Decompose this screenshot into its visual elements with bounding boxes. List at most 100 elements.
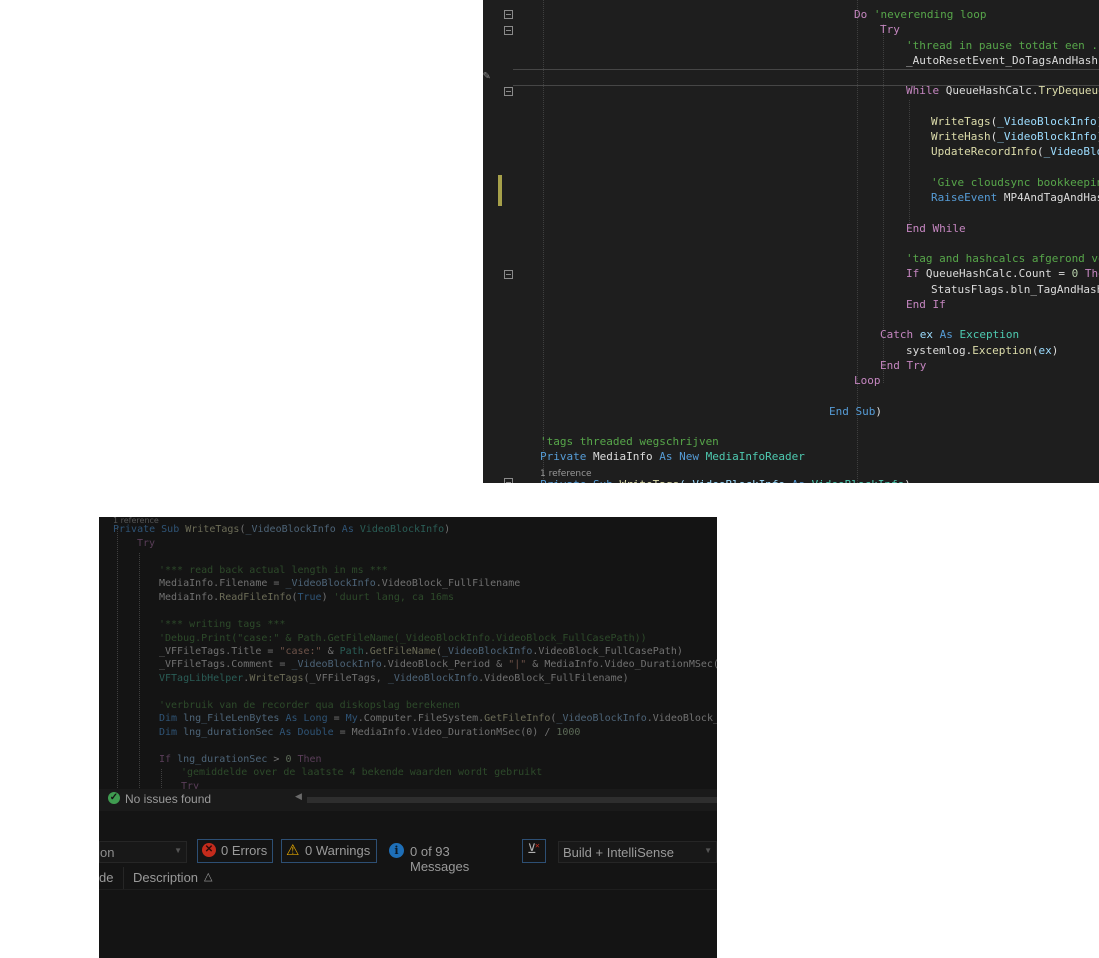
code-line[interactable]: StatusFlags.bln_TagAndHash	[931, 282, 1099, 297]
build-scope-value: Build + IntelliSense	[563, 845, 674, 860]
code-token: WriteTags	[931, 114, 991, 128]
code-line[interactable]: Dim lng_durationSec As Double = MediaInf…	[159, 726, 580, 740]
code-line[interactable]: Private Sub WriteTags(_VideoBlockInfo As…	[113, 523, 450, 537]
code-line[interactable]: Try	[880, 22, 900, 37]
code-token: WriteHash	[931, 130, 991, 143]
code-token: Private	[540, 450, 593, 464]
code-line[interactable]: While QueueHashCalc.TryDequeue	[906, 83, 1099, 98]
code-token: 'verbruik van de recorder qua diskopslag…	[159, 700, 461, 711]
code-token: )	[904, 478, 911, 483]
code-token: Private Sub	[113, 524, 186, 535]
code-line[interactable]: _VFFileTags.Title = "case:" & Path.GetFi…	[159, 645, 683, 659]
code-token: MediaInfo	[592, 450, 660, 464]
code-line[interactable]: End If	[906, 297, 946, 312]
column-header-description[interactable]: Description	[133, 870, 198, 885]
code-line[interactable]: 'Debug.Print("case:" & Path.GetFileName(…	[159, 632, 647, 646]
code-token: VideoBlockInfo	[812, 478, 905, 483]
code-editor-top[interactable]: ✎ Do 'neverending loop Try 'thread in paus…	[483, 0, 1099, 483]
code-token: "case:"	[279, 646, 322, 657]
column-divider[interactable]	[123, 867, 124, 889]
code-token: GetFileInfo	[484, 713, 551, 724]
indent-guide	[139, 553, 140, 788]
code-token: End If	[906, 297, 946, 311]
warning-icon: ⚠	[286, 842, 300, 859]
code-token: 'neverending loop	[873, 8, 987, 21]
code-token: )	[444, 524, 451, 535]
fold-toggle-icon[interactable]	[504, 270, 513, 279]
code-token: ex	[919, 328, 940, 342]
filter-toggle-button[interactable]: ⊻ ✕	[522, 839, 546, 863]
code-token: )	[1051, 343, 1059, 357]
code-token: UpdateRecordInfo	[931, 145, 1037, 159]
warnings-count-label: 0 Warnings	[305, 843, 371, 858]
fold-toggle-icon[interactable]	[504, 10, 513, 19]
code-line[interactable]: End Try	[880, 358, 926, 373]
code-line[interactable]: 'gemiddelde over de laatste 4 bekende wa…	[181, 766, 542, 780]
warnings-filter-button[interactable]: ⚠ 0 Warnings	[281, 839, 377, 863]
code-token: If	[906, 267, 926, 281]
code-token: _VideoBlockInfo	[245, 524, 342, 535]
code-token: _VideoBlockInfo	[997, 130, 1097, 143]
code-line[interactable]: 'tag and hashcalcs afgerond vo	[906, 251, 1099, 266]
info-icon: i	[389, 843, 404, 858]
build-scope-dropdown[interactable]: Build + IntelliSense ▼	[558, 841, 717, 863]
code-token: 'gemiddelde over de laatste 4 bekende wa…	[181, 767, 543, 778]
horizontal-scrollbar[interactable]	[307, 797, 717, 803]
code-token: Exception	[972, 343, 1032, 357]
fold-toggle-icon[interactable]	[504, 87, 513, 96]
code-line[interactable]: WriteTags(_VideoBlockInfo)	[931, 114, 1099, 129]
code-line[interactable]: _VFFileTags.Comment = _VideoBlockInfo.Vi…	[159, 658, 717, 672]
code-line[interactable]: End While	[906, 221, 966, 236]
code-line[interactable]: MediaInfo.Filename = _VideoBlockInfo.Vid…	[159, 577, 520, 591]
breakpoint-pin-icon[interactable]: ✎	[483, 68, 490, 82]
code-token: 'thread in pause totdat een .s	[906, 38, 1099, 52]
code-token: VFTagLibHelper	[159, 673, 244, 684]
code-line[interactable]: systemlog.Exception(ex)	[906, 343, 1058, 358]
messages-filter-button[interactable]: i 0 of 93 Messages	[385, 839, 509, 874]
code-token: Dim	[159, 727, 184, 738]
code-line[interactable]: End Sub)	[829, 404, 882, 419]
code-token: lng_FileLenBytes	[183, 713, 286, 724]
code-line[interactable]: If lng_durationSec > 0 Then	[159, 753, 322, 767]
code-line[interactable]: Private MediaInfo As New MediaInfoReader	[540, 449, 805, 464]
code-token: MP4AndTagAndHas	[1003, 191, 1099, 204]
code-token: Exception	[959, 328, 1020, 342]
code-line[interactable]: Try	[137, 537, 155, 551]
code-editor-bottom[interactable]: 1 reference Private Sub WriteTags(_VideoB…	[99, 517, 717, 958]
code-line[interactable]: 'Give cloudsync bookkeepin	[931, 175, 1099, 190]
code-line[interactable]: Private Sub WriteTags(_VideoBlockInfo As…	[540, 477, 911, 483]
code-line[interactable]: RaiseEvent MP4AndTagAndHas	[931, 190, 1099, 205]
code-token: _VideoBlockInfo	[997, 114, 1097, 128]
code-line[interactable]: Loop	[854, 373, 881, 388]
code-line[interactable]: '*** writing tags ***	[159, 618, 285, 632]
code-token: .VideoBlock_FullF	[646, 713, 717, 724]
code-line[interactable]: '*** read back actual length in ms ***	[159, 564, 388, 578]
code-token: As Double	[279, 727, 334, 738]
code-line[interactable]: Catch ex As Exception	[880, 327, 1019, 342]
scope-dropdown[interactable]: on ▼	[99, 841, 187, 863]
code-token: .VideoBlock_Period &	[381, 659, 509, 670]
code-line[interactable]: VFTagLibHelper.WriteTags(_VFFileTags, _V…	[159, 672, 629, 686]
code-token: _VFFileTags.Title =	[159, 646, 280, 657]
errors-filter-button[interactable]: ✕ 0 Errors	[197, 839, 273, 863]
code-token: As Long	[285, 713, 328, 724]
code-line[interactable]: UpdateRecordInfo(_VideoBlo	[931, 144, 1099, 159]
scroll-left-arrow-icon[interactable]: ◀	[295, 791, 302, 802]
code-line[interactable]: Dim lng_FileLenBytes As Long = My.Comput…	[159, 712, 717, 726]
code-line[interactable]: 'verbruik van de recorder qua diskopslag…	[159, 699, 460, 713]
code-line[interactable]: 'tags threaded wegschrijven	[540, 434, 719, 449]
code-token: _VideoBlockInfo	[442, 646, 533, 657]
code-line[interactable]: Do 'neverending loop	[854, 7, 986, 22]
code-line[interactable]: MediaInfo.ReadFileInfo(True) 'duurt lang…	[159, 591, 454, 605]
code-token: _VideoBlockInfo	[285, 578, 376, 589]
column-header-code[interactable]: de	[99, 870, 113, 885]
code-token: _VideoBlockInfo	[556, 713, 647, 724]
code-line[interactable]: WriteHash(_VideoBlockInfo)	[931, 129, 1099, 144]
fold-toggle-icon[interactable]	[504, 26, 513, 35]
code-line[interactable]: If QueueHashCalc.Count = 0 The	[906, 266, 1099, 281]
code-token: End Try	[880, 358, 927, 372]
fold-toggle-icon[interactable]	[504, 478, 513, 483]
code-line[interactable]: 'thread in pause totdat een .s	[906, 38, 1099, 53]
code-line[interactable]: _AutoResetEvent_DoTagsAndHash.	[906, 53, 1099, 68]
change-marker	[498, 175, 502, 206]
